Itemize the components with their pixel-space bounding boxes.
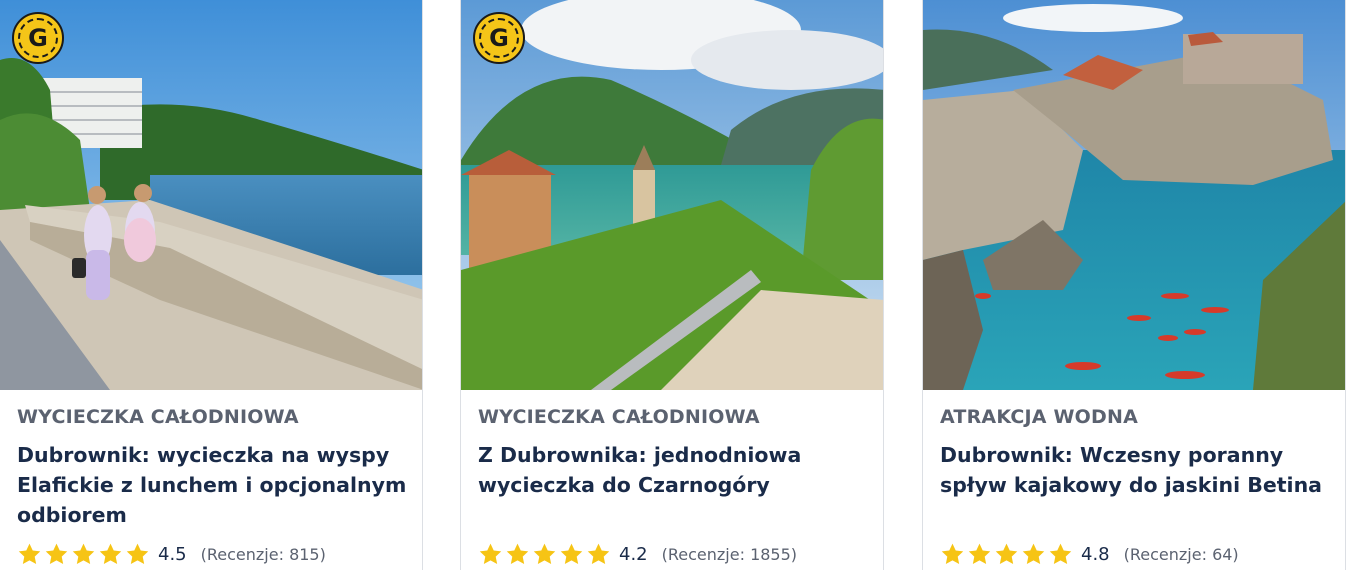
card-rating: 4.8 (Recenzje: 64)	[940, 541, 1239, 567]
star-icon	[1049, 543, 1072, 564]
card-category: ATRAKCJA WODNA	[940, 406, 1139, 428]
star-icon	[587, 543, 610, 564]
card-title[interactable]: Z Dubrownika: jednodniowa wycieczka do C…	[478, 440, 868, 500]
star-icon	[72, 543, 95, 564]
review-count: (Recenzje: 1855)	[661, 544, 798, 564]
guide-badge-icon: G	[12, 12, 64, 64]
star-icon	[479, 543, 502, 564]
star-icon	[533, 543, 556, 564]
activity-card[interactable]: ATRAKCJA WODNA Dubrownik: Wczesny porann…	[922, 0, 1346, 570]
star-icon	[45, 543, 68, 564]
rating-score: 4.5	[158, 543, 187, 565]
activity-photo-promenade[interactable]: G	[0, 0, 422, 390]
rating-score: 4.8	[1081, 543, 1110, 565]
card-category: WYCIECZKA CAŁODNIOWA	[478, 406, 760, 428]
star-icon	[968, 543, 991, 564]
card-rating: 4.5 (Recenzje: 815)	[17, 541, 326, 567]
star-icon	[941, 543, 964, 564]
star-icon	[560, 543, 583, 564]
card-title[interactable]: Dubrownik: wycieczka na wyspy Elafickie …	[17, 440, 407, 530]
star-icon	[126, 543, 149, 564]
review-count: (Recenzje: 815)	[200, 544, 326, 564]
activity-card[interactable]: G WYCIECZKA CAŁODNIOWA Dubrownik: wyciec…	[0, 0, 423, 570]
star-icon	[1022, 543, 1045, 564]
activity-card[interactable]: G WYCIECZKA CAŁODNIOWA Z Dubrownika: jed…	[460, 0, 884, 570]
card-rating: 4.2 (Recenzje: 1855)	[478, 541, 797, 567]
star-icon	[18, 543, 41, 564]
star-icon	[995, 543, 1018, 564]
card-category: WYCIECZKA CAŁODNIOWA	[17, 406, 299, 428]
activity-photo-bay[interactable]: G	[461, 0, 883, 390]
guide-badge-icon: G	[473, 12, 525, 64]
review-count: (Recenzje: 64)	[1123, 544, 1239, 564]
rating-score: 4.2	[619, 543, 648, 565]
star-icon	[99, 543, 122, 564]
card-title[interactable]: Dubrownik: Wczesny poranny spływ kajakow…	[940, 440, 1330, 500]
activity-photo-kayaks[interactable]	[923, 0, 1345, 390]
star-icon	[506, 543, 529, 564]
star-rating	[17, 542, 150, 567]
star-rating	[940, 542, 1073, 567]
star-rating	[478, 542, 611, 567]
